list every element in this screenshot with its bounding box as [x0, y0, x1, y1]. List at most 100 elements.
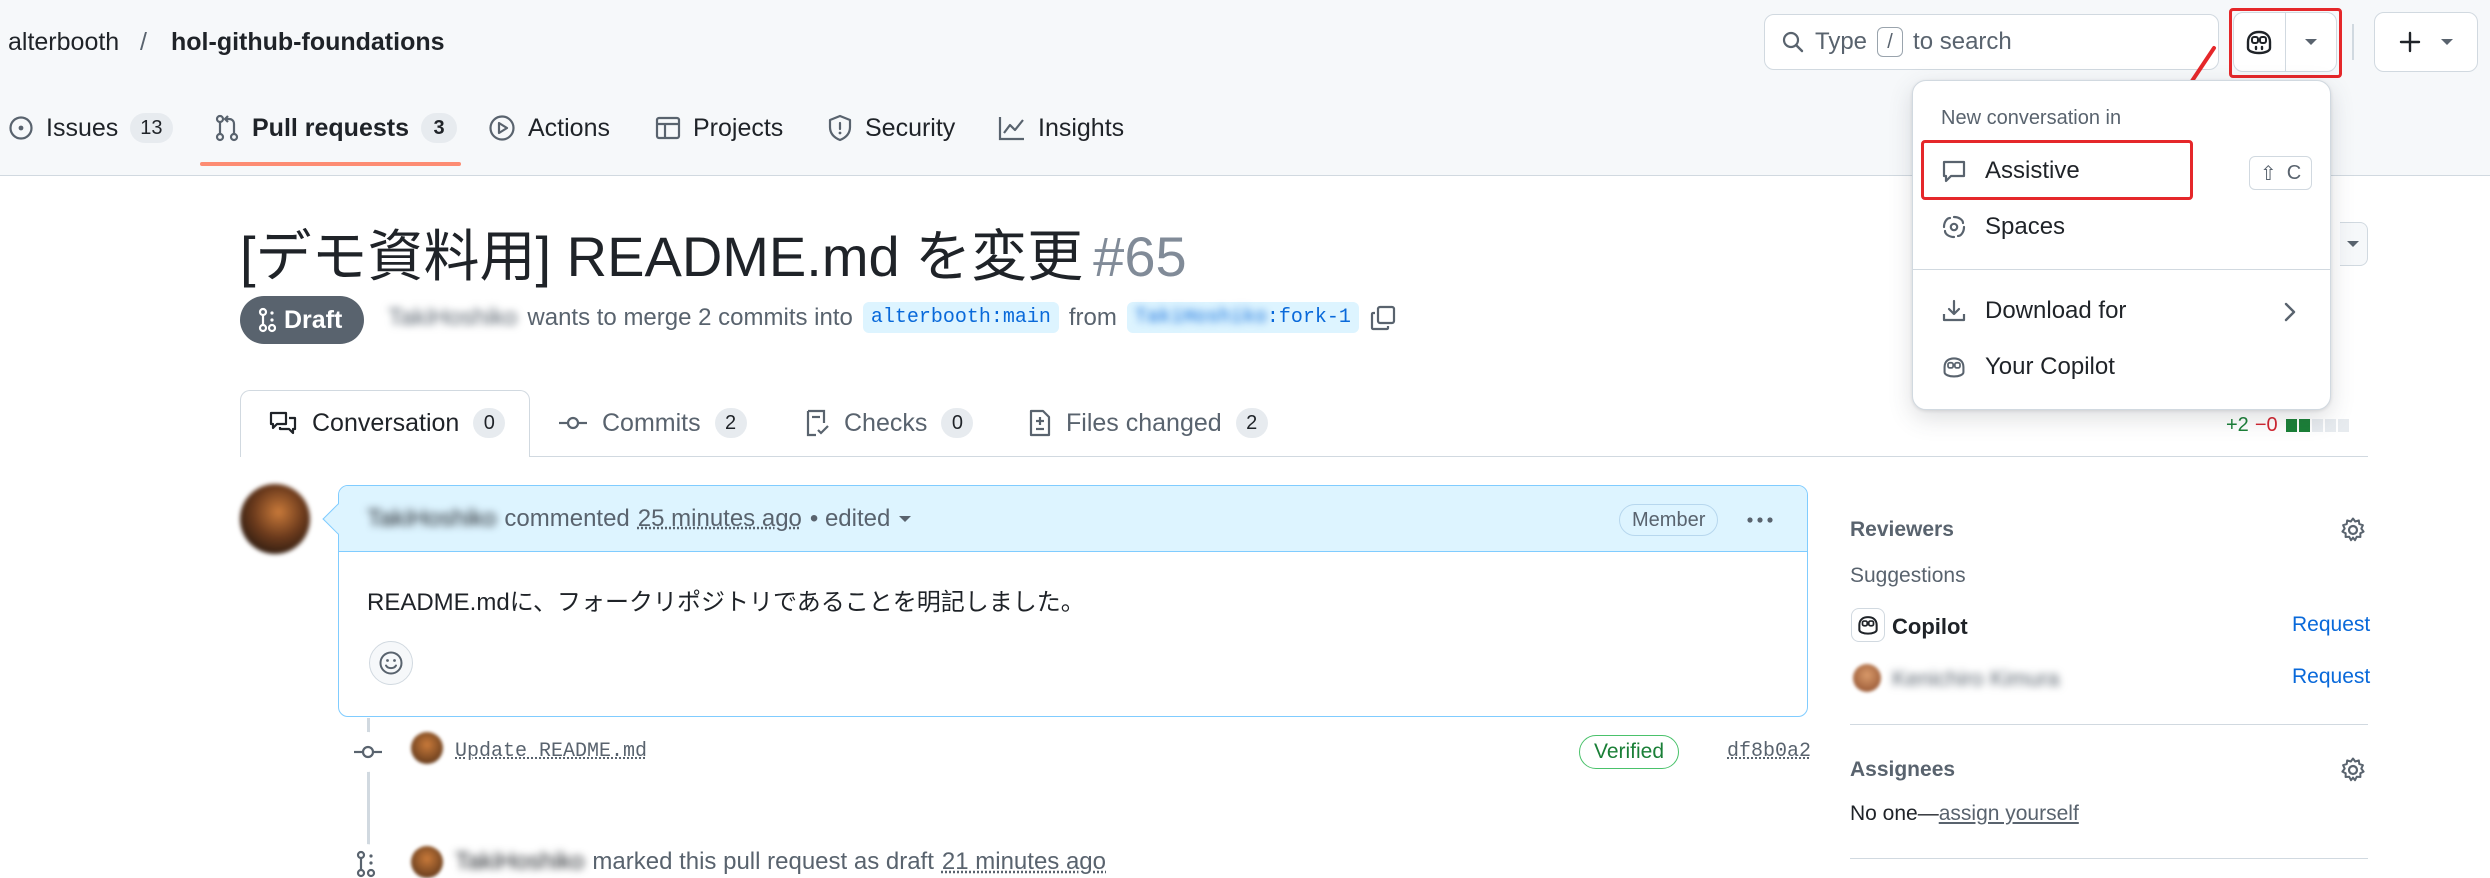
- tab-label: Checks: [844, 408, 928, 437]
- tab-label: Insights: [1038, 113, 1125, 142]
- pr-tabs-divider: [240, 456, 2368, 457]
- comment-box: TakiHoshiko commented 25 minutes ago • e…: [338, 485, 1808, 717]
- status-badge: Draft: [240, 296, 365, 344]
- tab-counter: 2: [714, 408, 747, 438]
- keyboard-shortcut: ⇧ C: [2249, 156, 2313, 190]
- diffstat: +2 −0: [2226, 414, 2349, 437]
- c-key: C: [2286, 161, 2302, 184]
- git-commit-icon: [558, 413, 588, 433]
- pr-number: #65: [1093, 225, 1187, 288]
- download-icon: [1941, 298, 1967, 324]
- base-branch[interactable]: alterbooth:main: [862, 302, 1059, 333]
- reviewer-name[interactable]: Kenichiro Kimura: [1892, 666, 2060, 692]
- tab-label: Projects: [693, 113, 784, 142]
- breadcrumb-owner[interactable]: alterbooth: [8, 28, 119, 57]
- request-review-button[interactable]: Request: [2292, 613, 2370, 637]
- git-pull-request-draft-icon: [258, 307, 276, 333]
- tab-files-changed[interactable]: Files changed 2: [1028, 408, 1268, 438]
- add-reaction-button[interactable]: [369, 641, 413, 685]
- active-tab-underline: [200, 162, 461, 166]
- draft-event-text: marked this pull request as draft: [592, 848, 934, 875]
- tab-label: Pull requests: [252, 113, 409, 142]
- avatar[interactable]: [240, 484, 310, 554]
- file-diff-icon: [1028, 409, 1052, 437]
- draft-event-time[interactable]: 21 minutes ago: [942, 848, 1106, 876]
- tab-commits[interactable]: Commits 2: [558, 408, 747, 438]
- menu-item-label: Spaces: [1985, 213, 2066, 240]
- tab-issues[interactable]: Issues 13: [8, 108, 173, 148]
- reviewers-heading: Reviewers: [1850, 518, 1954, 541]
- tab-counter: 3: [421, 113, 457, 143]
- menu-item-download-for[interactable]: Download for: [1941, 297, 2126, 325]
- triangle-down-icon[interactable]: [898, 514, 912, 524]
- avatar[interactable]: [411, 732, 443, 764]
- verified-badge[interactable]: Verified: [1579, 735, 1680, 769]
- git-pull-request-draft-icon: [346, 844, 386, 878]
- tab-label: Conversation: [312, 408, 460, 437]
- commit-sha-link[interactable]: df8b0a2: [1727, 740, 1811, 763]
- sidebar-divider: [1850, 724, 2368, 725]
- pr-author[interactable]: TakiHoshiko: [388, 304, 517, 332]
- menu-item-label: Your Copilot: [1985, 353, 2115, 380]
- gear-icon[interactable]: [2339, 516, 2367, 544]
- menu-item-label: Download for: [1985, 297, 2127, 324]
- create-new-button[interactable]: [2374, 12, 2478, 72]
- comment-edited[interactable]: • edited: [810, 505, 890, 533]
- diffstat-box: [2298, 419, 2310, 432]
- graph-icon: [998, 115, 1026, 141]
- checklist-icon: [804, 409, 830, 437]
- diffstat-box: [2285, 419, 2297, 432]
- comment-time[interactable]: 25 minutes ago: [638, 505, 802, 533]
- tab-projects[interactable]: Projects: [655, 108, 783, 148]
- search-placeholder-prefix: Type: [1815, 28, 1868, 55]
- issue-opened-icon: [8, 115, 34, 141]
- pr-merge-text: wants to merge 2 commits into: [527, 303, 853, 331]
- tab-security[interactable]: Security: [827, 108, 955, 148]
- spaces-icon: [1941, 214, 1967, 240]
- request-review-button[interactable]: Request: [2292, 665, 2370, 689]
- pr-meta: TakiHoshiko wants to merge 2 commits int…: [388, 302, 1397, 333]
- menu-section-title: New conversation in: [1941, 107, 2122, 129]
- table-icon: [655, 115, 681, 141]
- pr-from-text: from: [1068, 303, 1117, 331]
- diffstat-box: [2311, 419, 2323, 432]
- tab-conversation[interactable]: Conversation 0: [268, 408, 506, 438]
- comment-action: commented: [504, 504, 630, 532]
- head-branch[interactable]: TakiHoshiko:fork-1: [1126, 302, 1359, 333]
- menu-item-spaces[interactable]: Spaces: [1941, 213, 2065, 241]
- tab-pull-requests[interactable]: Pull requests 3: [214, 108, 457, 148]
- diffstat-bar: [2284, 419, 2349, 432]
- header-divider: [2352, 24, 2354, 60]
- tab-label: Actions: [528, 113, 610, 142]
- avatar[interactable]: [411, 846, 443, 878]
- code-button-caret[interactable]: [2340, 222, 2368, 266]
- tab-actions[interactable]: Actions: [488, 108, 610, 148]
- kebab-horizontal-icon[interactable]: [1745, 506, 1775, 534]
- smiley-icon: [378, 650, 404, 676]
- role-badge: Member: [1619, 504, 1719, 536]
- triangle-down-icon: [2440, 37, 2454, 47]
- menu-item-your-copilot[interactable]: Your Copilot: [1941, 353, 2115, 381]
- tab-checks[interactable]: Checks 0: [804, 408, 974, 438]
- tab-insights[interactable]: Insights: [998, 108, 1124, 148]
- avatar[interactable]: [1853, 664, 1881, 692]
- gear-icon[interactable]: [2339, 756, 2367, 784]
- diffstat-box: [2337, 419, 2349, 432]
- tab-label: Files changed: [1066, 408, 1222, 437]
- copy-icon[interactable]: [1369, 304, 1397, 332]
- draft-actor[interactable]: TakiHoshiko: [455, 848, 584, 876]
- tab-counter: 13: [130, 113, 173, 143]
- comment-author[interactable]: TakiHoshiko: [367, 505, 496, 533]
- tab-label: Security: [865, 113, 956, 142]
- shift-key: ⇧: [2260, 162, 2277, 185]
- shield-icon: [827, 114, 853, 142]
- assign-yourself-link[interactable]: assign yourself: [1939, 802, 2079, 825]
- suggestions-label: Suggestions: [1850, 564, 1966, 587]
- menu-divider: [1913, 269, 2330, 270]
- pr-title: [デモ資料用] README.md を変更 #65: [240, 212, 1187, 293]
- diffstat-box: [2324, 419, 2336, 432]
- breadcrumb-repo[interactable]: hol-github-foundations: [171, 28, 445, 57]
- pr-title-text: [デモ資料用] README.md を変更: [240, 225, 1084, 288]
- search-icon: [1781, 30, 1805, 54]
- commit-message-link[interactable]: Update README.md: [455, 740, 647, 763]
